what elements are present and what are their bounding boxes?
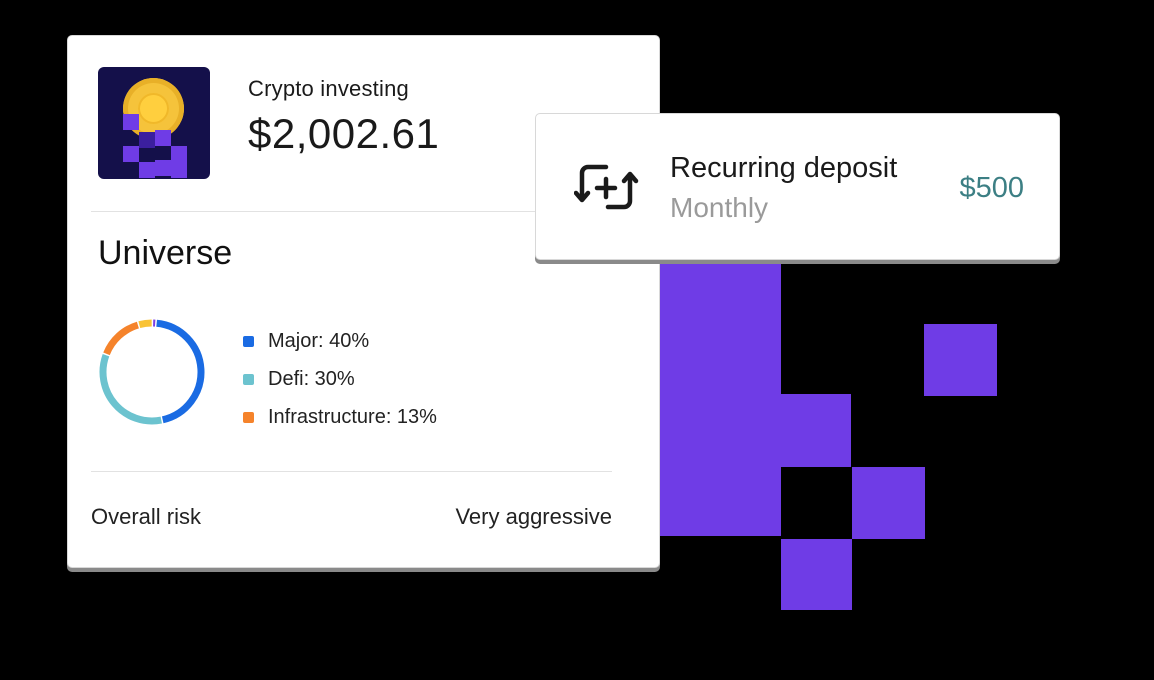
portfolio-title: Crypto investing bbox=[248, 76, 409, 101]
legend-dot bbox=[243, 411, 254, 423]
legend-item-defi: Defi: 30% bbox=[243, 360, 437, 398]
deposit-frequency: Monthly bbox=[670, 192, 769, 223]
allocation-donut-chart bbox=[99, 319, 205, 425]
deposit-title: Recurring deposit bbox=[670, 152, 898, 184]
deposit-amount: $500 bbox=[959, 172, 1024, 204]
legend-item-infrastructure: Infrastructure: 13% bbox=[243, 398, 437, 436]
recurring-deposit-icon bbox=[574, 164, 639, 210]
donut-segment bbox=[138, 319, 152, 329]
legend-label: Major: 40% bbox=[268, 329, 370, 352]
legend-item-major: Major: 40% bbox=[243, 322, 437, 360]
decor-pixel-block bbox=[852, 467, 925, 539]
portfolio-amount: $2,002.61 bbox=[248, 110, 440, 157]
divider bbox=[91, 211, 612, 212]
decor-pixel-block bbox=[640, 250, 781, 536]
decor-pixel-block bbox=[781, 539, 852, 610]
donut-segment bbox=[156, 319, 205, 424]
donut-segment bbox=[103, 321, 140, 356]
allocation-legend: Major: 40% Defi: 30% Infrastructure: 13% bbox=[243, 322, 437, 436]
decor-pixel-block bbox=[781, 394, 851, 467]
crypto-coin-icon bbox=[98, 67, 210, 179]
legend-dot bbox=[243, 335, 254, 347]
legend-dot bbox=[243, 373, 254, 385]
overall-risk-label: Overall risk bbox=[91, 504, 202, 529]
donut-segment bbox=[99, 353, 162, 425]
recurring-deposit-card[interactable]: Recurring deposit Monthly $500 bbox=[535, 113, 1060, 260]
divider bbox=[91, 471, 612, 472]
legend-label: Infrastructure: 13% bbox=[268, 405, 437, 428]
decor-pixel-block bbox=[924, 324, 997, 396]
universe-title: Universe bbox=[98, 234, 233, 272]
overall-risk-value: Very aggressive bbox=[455, 504, 612, 529]
legend-label: Defi: 30% bbox=[268, 367, 355, 390]
